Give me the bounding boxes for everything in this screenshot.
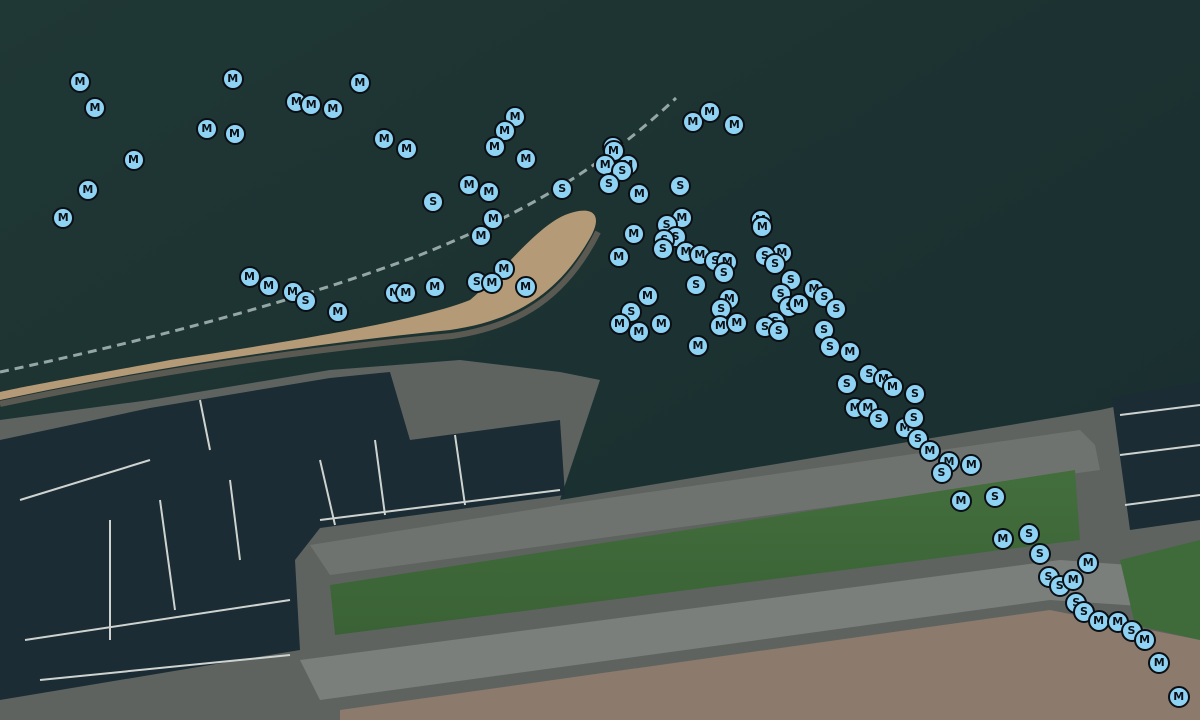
map-marker-m[interactable]: M <box>687 334 709 357</box>
map-marker-m[interactable]: M <box>480 272 503 295</box>
satellite-imagery <box>0 0 1200 720</box>
map-marker-s[interactable]: S <box>867 407 890 430</box>
map-marker-s[interactable]: S <box>294 289 317 312</box>
map-marker-s[interactable]: S <box>669 174 692 197</box>
map-marker-m[interactable]: M <box>607 246 630 268</box>
map-marker-m[interactable]: M <box>1133 628 1156 651</box>
map-marker-m[interactable]: M <box>52 206 75 229</box>
map-marker-m[interactable]: M <box>195 117 218 140</box>
map-marker-s[interactable]: S <box>1028 543 1051 565</box>
map-marker-m[interactable]: M <box>423 275 446 298</box>
map-marker-s[interactable]: S <box>902 406 925 429</box>
map-marker-m[interactable]: M <box>725 311 748 334</box>
map-marker-m[interactable]: M <box>698 101 721 124</box>
map-marker-m[interactable]: M <box>76 179 99 201</box>
map-marker-m[interactable]: M <box>483 136 506 159</box>
map-marker-s[interactable]: S <box>1018 522 1041 545</box>
map-marker-s[interactable]: S <box>551 177 574 200</box>
map-marker-s[interactable]: S <box>904 382 926 405</box>
map-marker-s[interactable]: S <box>767 320 790 343</box>
satellite-map[interactable]: MMMMMMMMMMMMMMSMMMMMMSMMMMMMSMMMMSMMMMMM… <box>0 0 1200 720</box>
map-marker-m[interactable]: M <box>991 527 1014 550</box>
map-marker-s[interactable]: S <box>712 262 735 284</box>
map-marker-m[interactable]: M <box>470 224 492 247</box>
map-marker-m[interactable]: M <box>84 96 106 119</box>
map-marker-m[interactable]: M <box>1077 551 1100 574</box>
map-marker-m[interactable]: M <box>881 375 904 398</box>
map-marker-m[interactable]: M <box>321 98 344 121</box>
map-marker-m[interactable]: M <box>221 67 244 90</box>
map-marker-m[interactable]: M <box>622 223 645 246</box>
map-marker-s[interactable]: S <box>651 238 674 260</box>
map-marker-m[interactable]: M <box>627 321 650 343</box>
map-marker-m[interactable]: M <box>122 149 145 172</box>
map-marker-m[interactable]: M <box>223 123 246 145</box>
map-marker-m[interactable]: M <box>458 173 481 196</box>
map-marker-m[interactable]: M <box>950 489 972 512</box>
map-marker-m[interactable]: M <box>514 275 537 298</box>
map-marker-s[interactable]: S <box>835 372 858 395</box>
map-marker-m[interactable]: M <box>636 285 659 308</box>
map-marker-m[interactable]: M <box>300 93 323 116</box>
map-marker-m[interactable]: M <box>477 181 500 204</box>
map-marker-m[interactable]: M <box>395 138 418 161</box>
map-marker-m[interactable]: M <box>257 275 280 298</box>
map-marker-m[interactable]: M <box>326 300 349 323</box>
map-marker-s[interactable]: S <box>930 462 953 485</box>
map-marker-m[interactable]: M <box>348 72 371 94</box>
map-marker-m[interactable]: M <box>1167 686 1190 709</box>
